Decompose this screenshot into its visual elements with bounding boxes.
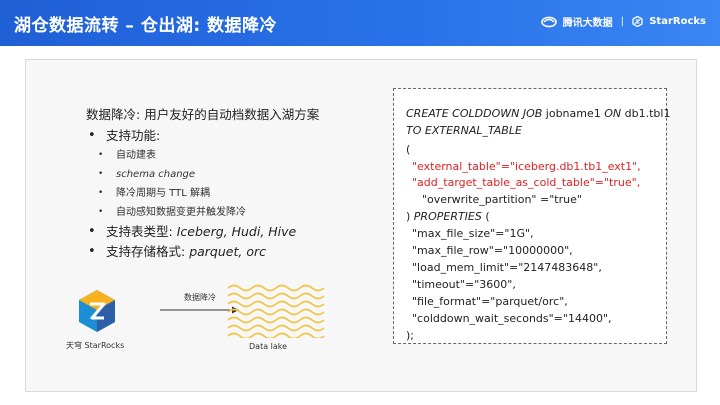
- data-lake-waves-icon: [227, 284, 325, 338]
- sub-item-ttl: 降冷周期与 TTL 解耦: [86, 184, 296, 203]
- bullet-features-label: 支持功能:: [106, 128, 161, 143]
- data-lake-label: Data lake: [249, 342, 288, 351]
- code-paren-open: (: [481, 210, 490, 223]
- starrocks-label: 天穹 StarRocks: [66, 341, 125, 350]
- intro-text: 用户友好的自动档数据入湖方案: [144, 107, 320, 122]
- bullet-formats: 支持存储格式: parquet, orc: [86, 242, 296, 262]
- code-line-10: "load_mem_limit"="2147483648",: [412, 261, 602, 274]
- code-keyword-properties: PROPERTIES: [413, 210, 482, 223]
- bullet-table-types-value: Iceberg, Hudi, Hive: [176, 224, 297, 239]
- sub-item-schema-change: schema change: [86, 165, 296, 184]
- title-bar: 湖仓数据流转 – 仓出湖: 数据降冷 腾讯大数据 | StarRocks: [0, 0, 720, 46]
- code-line-14: );: [406, 329, 414, 342]
- bullet-table-types-label: 支持表类型:: [106, 224, 173, 239]
- code-line-1: CREATE COLDDOWN JOB jobname1 ON db1.tbl1: [406, 107, 670, 120]
- code-job-name: jobname1: [542, 107, 605, 120]
- code-line-9: "max_file_row"="10000000",: [412, 244, 573, 257]
- starrocks-logo-text: StarRocks: [649, 16, 706, 27]
- intro-line: 数据降冷: 用户友好的自动档数据入湖方案: [86, 104, 319, 123]
- feature-sublist: 自动建表 schema change 降冷周期与 TTL 解耦 自动感知数据变更…: [86, 146, 296, 222]
- code-line-3: (: [406, 143, 411, 156]
- code-keyword-on: ON: [604, 107, 622, 120]
- code-line-2: TO EXTERNAL_TABLE: [406, 124, 522, 137]
- bullet-table-types: 支持表类型: Iceberg, Hudi, Hive: [86, 222, 296, 242]
- content-panel: 数据降冷: 用户友好的自动档数据入湖方案 支持功能: 自动建表 schema c…: [25, 59, 697, 392]
- code-table-name: db1.tbl1: [621, 107, 671, 120]
- intro-label: 数据降冷:: [86, 107, 141, 122]
- brand-logos: 腾讯大数据 | StarRocks: [540, 14, 706, 29]
- logo-separator: |: [620, 16, 625, 27]
- code-line-11: "timeout"="3600",: [412, 278, 516, 291]
- starrocks-icon: [632, 16, 643, 27]
- bullet-features: 支持功能:: [86, 126, 296, 146]
- bullet-formats-value: parquet, orc: [189, 244, 266, 259]
- code-line-12: "file_format"="parquet/orc",: [412, 295, 568, 308]
- tencent-cloud-icon: [540, 16, 557, 27]
- code-line-7: ) PROPERTIES (: [406, 210, 490, 223]
- slide-title: 湖仓数据流转 – 仓出湖: 数据降冷: [14, 16, 278, 36]
- code-paren: ): [406, 210, 414, 223]
- sql-code-box: CREATE COLDDOWN JOB jobname1 ON db1.tbl1…: [393, 88, 670, 344]
- bullet-formats-label: 支持存储格式:: [106, 244, 186, 259]
- tencent-logo-text: 腾讯大数据: [562, 18, 613, 29]
- colddown-arrow-label: 数据降冷: [184, 293, 216, 302]
- feature-list: 支持功能: 自动建表 schema change 降冷周期与 TTL 解耦 自动…: [86, 126, 296, 262]
- colddown-diagram: 天穹 StarRocks 数据降冷 Data lake: [66, 278, 326, 358]
- code-line-13: "colddown_wait_seconds"="14400",: [412, 312, 612, 325]
- code-line-5: "add_target_table_as_cold_table"="true",: [412, 176, 641, 189]
- bullet-features-sublist: 自动建表 schema change 降冷周期与 TTL 解耦 自动感知数据变更…: [86, 146, 296, 222]
- code-line-4: "external_table"="iceberg.db1.tb1_ext1",: [412, 160, 641, 173]
- code-line-8: "max_file_size"="1G",: [412, 227, 534, 240]
- starrocks-logo-icon: [79, 290, 115, 332]
- sub-item-auto-trigger: 自动感知数据变更并触发降冷: [86, 203, 296, 222]
- sub-item-auto-create: 自动建表: [86, 146, 296, 165]
- code-line-6: "overwrite_partition" ="true": [422, 193, 582, 206]
- code-keyword-create: CREATE COLDDOWN JOB: [406, 107, 543, 120]
